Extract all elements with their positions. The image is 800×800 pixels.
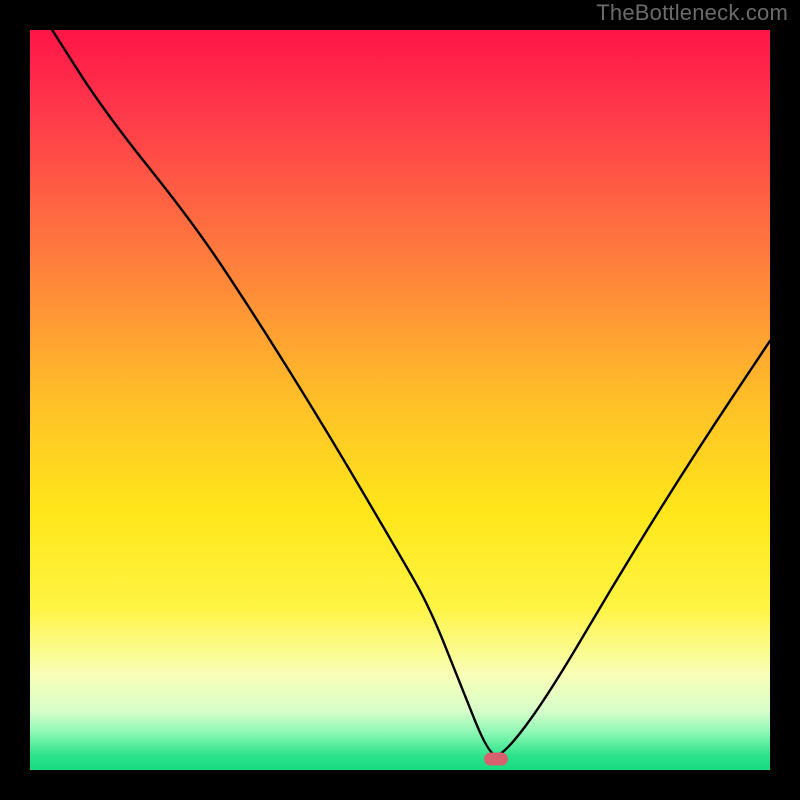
plot-area [30, 30, 770, 770]
chart-frame: TheBottleneck.com [0, 0, 800, 800]
optimum-marker [484, 752, 508, 765]
gradient-background [30, 30, 770, 770]
watermark-text: TheBottleneck.com [596, 0, 788, 26]
plot-svg [30, 30, 770, 770]
